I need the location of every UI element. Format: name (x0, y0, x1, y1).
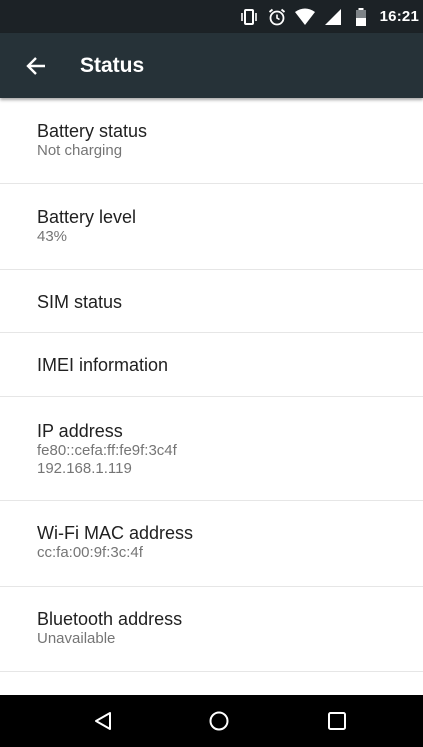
item-subtitle: Unavailable (37, 630, 116, 647)
item-title: SIM status (37, 292, 123, 312)
status-bar: 16:21 (0, 0, 423, 33)
home-circle-icon[interactable] (205, 707, 233, 735)
battery-icon (350, 6, 372, 28)
app-bar: Status (0, 33, 423, 98)
status-icons: 16:21 (238, 0, 419, 33)
item-title: Battery status (37, 121, 148, 141)
list-item-sim-status[interactable]: SIM status (0, 270, 423, 333)
recents-square-icon[interactable] (323, 707, 351, 735)
list-item-wifi-mac-address[interactable]: Wi-Fi MAC address cc:fa:00:9f:3c:4f (0, 501, 423, 587)
item-subtitle: cc:fa:00:9f:3c:4f (37, 544, 143, 561)
status-time: 16:21 (379, 8, 419, 25)
list-item-ip-address[interactable]: IP address fe80::cefa:ff:fe9f:3c4f 192.1… (0, 397, 423, 501)
wifi-icon (294, 6, 316, 28)
item-subtitle: Not charging (37, 142, 123, 159)
list-item-imei-information[interactable]: IMEI information (0, 333, 423, 397)
vibrate-icon (238, 6, 260, 28)
item-title: IMEI information (37, 355, 169, 375)
list-item-bluetooth-address[interactable]: Bluetooth address Unavailable (0, 587, 423, 672)
page-title: Status (80, 54, 145, 77)
alarm-icon (266, 6, 288, 28)
item-title: Wi-Fi MAC address (37, 523, 194, 543)
item-title: Bluetooth address (37, 609, 183, 629)
list-item-battery-level[interactable]: Battery level 43% (0, 184, 423, 270)
arrow-back-icon[interactable] (23, 53, 49, 79)
item-title: Battery level (37, 207, 137, 227)
item-subtitle-line: fe80::cefa:ff:fe9f:3c4f (37, 442, 177, 459)
list-item-battery-status[interactable]: Battery status Not charging (0, 98, 423, 184)
item-subtitle: 43% (37, 228, 68, 245)
navigation-bar (0, 695, 423, 747)
signal-icon (322, 6, 344, 28)
back-triangle-icon[interactable] (89, 707, 117, 735)
status-list: Battery status Not charging Battery leve… (0, 98, 423, 672)
item-title: IP address (37, 421, 123, 441)
item-subtitle-line: 192.168.1.119 (37, 460, 132, 477)
